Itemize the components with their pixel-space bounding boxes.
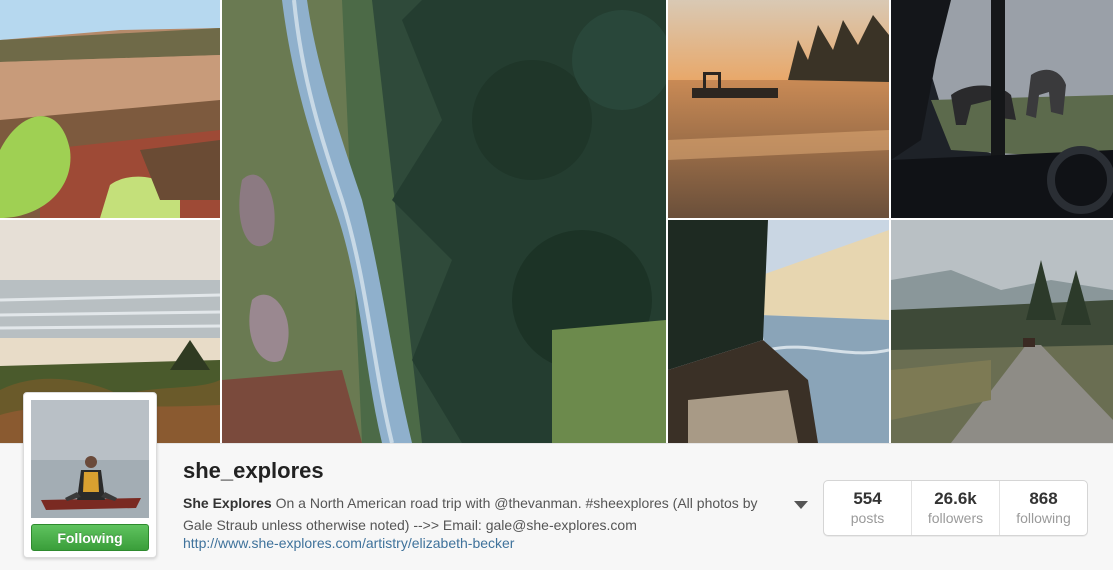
profile-stats: 554 posts 26.6k followers 868 following: [823, 480, 1088, 536]
avatar-card: Following: [23, 392, 157, 558]
woman-in-canoe-photo: [31, 400, 149, 518]
forest-creek-aerial-photo: [222, 0, 666, 443]
profile-username: she_explores: [183, 458, 324, 483]
stat-posts[interactable]: 554 posts: [824, 481, 912, 535]
profile-full-name: She Explores: [183, 495, 272, 511]
profile-website-link[interactable]: http://www.she-explores.com/artistry/eli…: [183, 535, 514, 551]
stat-following[interactable]: 868 following: [1000, 481, 1087, 535]
stat-following-count: 868: [1029, 489, 1058, 508]
avatar[interactable]: [31, 400, 149, 518]
stat-followers[interactable]: 26.6k followers: [912, 481, 1000, 535]
stat-posts-count: 554: [853, 489, 882, 508]
stat-followers-count: 26.6k: [934, 489, 977, 508]
stat-followers-label: followers: [927, 510, 984, 526]
chevron-down-icon[interactable]: [794, 501, 808, 509]
sand-dune-lake-photo: [668, 220, 889, 443]
horses-through-car-window-photo: [891, 0, 1113, 218]
foggy-dirt-road-photo: [891, 220, 1113, 443]
canyon-cliffs-photo: [0, 0, 220, 218]
stat-following-label: following: [1016, 510, 1071, 526]
photo-tile-forest-creek[interactable]: [222, 0, 666, 443]
photo-grid: [0, 0, 1113, 443]
following-button[interactable]: Following: [31, 524, 149, 551]
photo-tile-horses-window[interactable]: [891, 0, 1113, 218]
profile-bio: She Explores On a North American road tr…: [183, 492, 783, 536]
lake-sunrise-dock-photo: [668, 0, 889, 218]
photo-tile-foggy-road[interactable]: [891, 220, 1113, 443]
stat-posts-label: posts: [850, 510, 885, 526]
photo-tile-lake-sunrise[interactable]: [668, 0, 889, 218]
photo-tile-canyon[interactable]: [0, 0, 220, 218]
photo-tile-sand-dune[interactable]: [668, 220, 889, 443]
